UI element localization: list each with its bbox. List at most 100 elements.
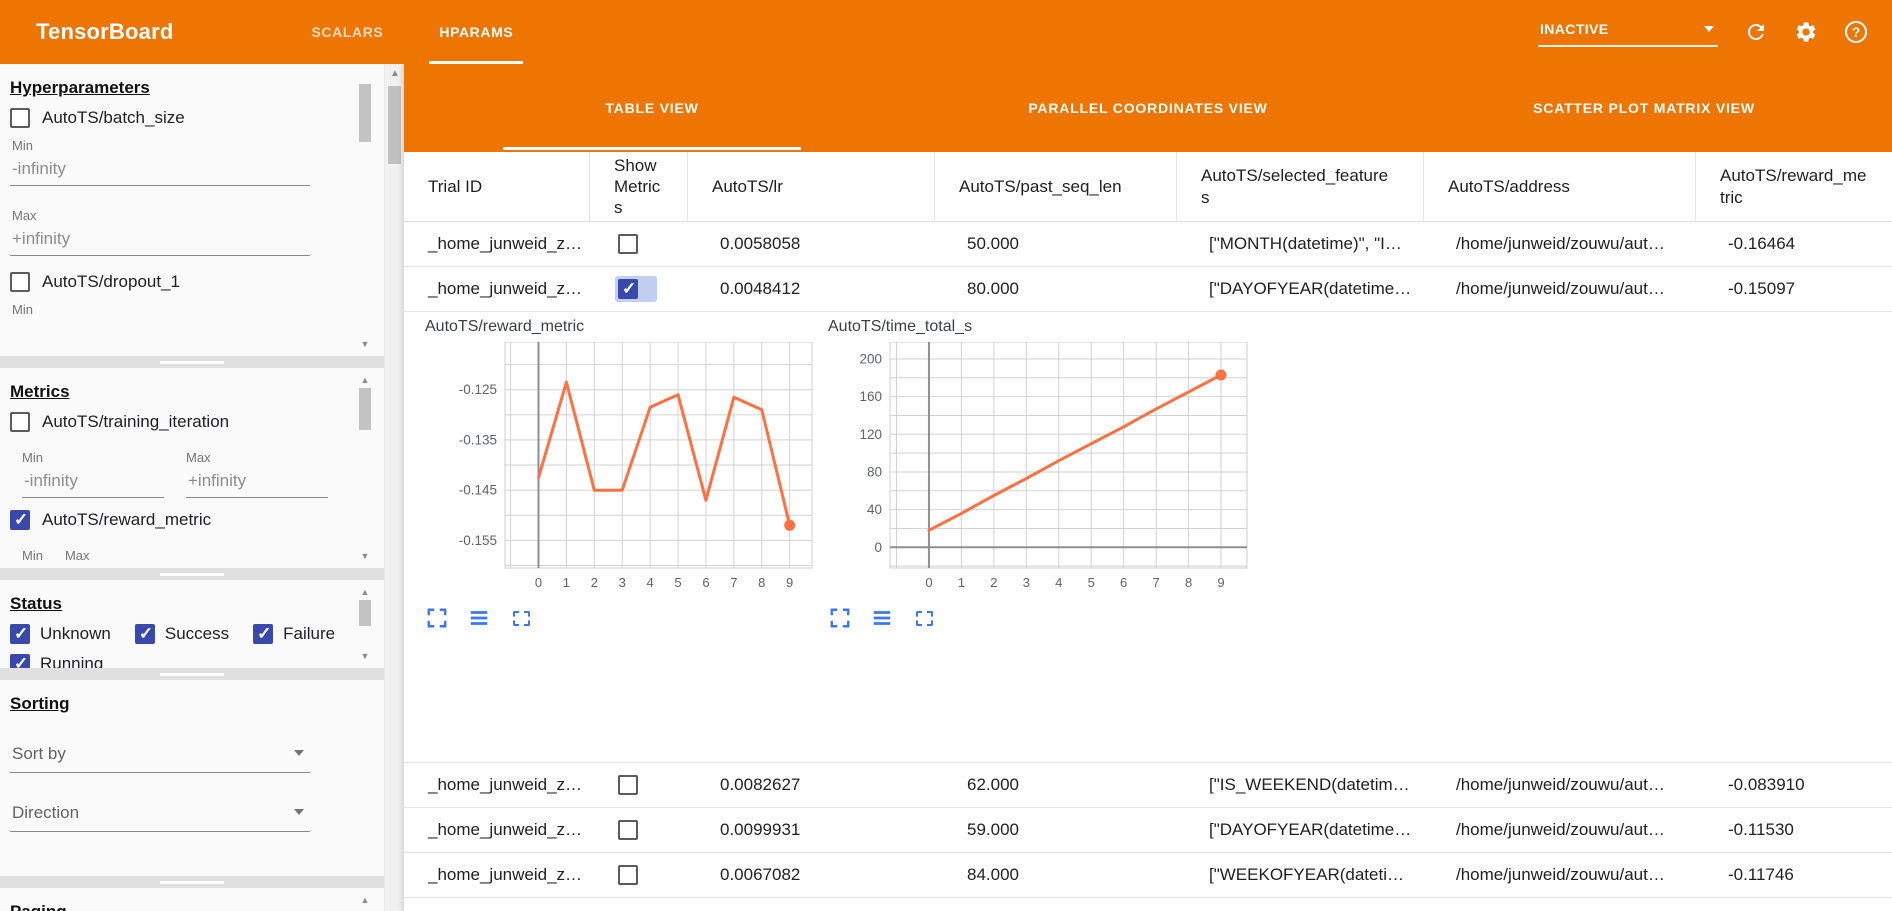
view-data-table-icon[interactable]: [467, 606, 491, 630]
cell-trial-id: _home_junweid_z…: [404, 808, 590, 852]
checkbox-batch-size[interactable]: [10, 108, 30, 128]
max-label: Max: [186, 450, 328, 465]
show-metrics-checkbox[interactable]: [618, 279, 638, 299]
training-iteration-max-input[interactable]: [186, 467, 328, 498]
chevron-down-icon: [294, 750, 304, 756]
max-label: Max: [65, 548, 90, 563]
scroll-down-icon[interactable]: ▼: [358, 650, 372, 662]
view-tabs: TABLE VIEW PARALLEL COORDINATES VIEW SCA…: [404, 64, 1892, 152]
svg-text:6: 6: [1120, 575, 1127, 590]
tab-hparams[interactable]: HPARAMS: [411, 0, 541, 64]
sort-by-select[interactable]: Sort by: [10, 740, 310, 773]
checkbox-status-unknown[interactable]: [10, 624, 30, 644]
refresh-icon[interactable]: [1744, 20, 1768, 44]
cell-reward-metric: -0.11746: [1696, 853, 1892, 897]
splitter-handle[interactable]: [160, 573, 224, 576]
hparams-sidebar: Hyperparameters AutoTS/batch_size Min Ma…: [0, 64, 384, 911]
status-option: Failure: [253, 624, 335, 644]
expand-chart-icon[interactable]: [828, 606, 852, 630]
scrollbar-thumb[interactable]: [359, 600, 371, 626]
show-metrics-checkbox[interactable]: [618, 820, 638, 840]
section-scrollbar[interactable]: ▲ ▼: [358, 374, 372, 562]
section-scrollbar[interactable]: ▼: [358, 70, 372, 350]
select-region-icon[interactable]: [912, 606, 936, 630]
scroll-down-icon[interactable]: ▼: [358, 338, 372, 350]
column-header-address[interactable]: AutoTS/address: [1424, 152, 1696, 221]
sidebar-splitter[interactable]: [0, 668, 384, 680]
direction-select[interactable]: Direction: [10, 799, 310, 832]
chevron-down-icon: [294, 809, 304, 815]
checkbox-status-running[interactable]: [10, 654, 30, 668]
checkbox-status-success[interactable]: [135, 624, 155, 644]
sidebar-splitter[interactable]: [0, 876, 384, 888]
column-header-trial-id[interactable]: Trial ID: [404, 152, 590, 221]
scrollbar-thumb[interactable]: [359, 84, 371, 142]
section-title-metrics: Metrics: [10, 382, 370, 402]
scrollbar-thumb[interactable]: [359, 388, 371, 430]
column-header-selected-features[interactable]: AutoTS/selected_features: [1177, 152, 1424, 221]
cell-selected-features: ["IS_WEEKEND(datetim…: [1177, 763, 1424, 807]
show-metrics-checkbox[interactable]: [618, 865, 638, 885]
svg-text:120: 120: [859, 427, 882, 442]
status-option: Unknown: [10, 624, 111, 644]
section-scrollbar[interactable]: ▲: [358, 894, 372, 905]
svg-text:1: 1: [563, 575, 570, 590]
checkbox-training-iteration[interactable]: [10, 412, 30, 432]
show-metrics-checkbox[interactable]: [618, 234, 638, 254]
splitter-handle[interactable]: [160, 361, 224, 364]
svg-text:?: ?: [1852, 24, 1861, 40]
cell-address: /home/junweid/zouwu/aut…: [1424, 853, 1696, 897]
batch-size-max-input[interactable]: [10, 225, 310, 256]
cell-address: /home/junweid/zouwu/aut…: [1424, 222, 1696, 266]
checkbox-label: Unknown: [40, 624, 111, 644]
svg-text:3: 3: [619, 575, 626, 590]
checkbox-reward-metric[interactable]: [10, 510, 30, 530]
main-scrollbar[interactable]: ▲: [384, 64, 404, 911]
tab-table-view[interactable]: TABLE VIEW: [404, 64, 900, 152]
gear-icon[interactable]: [1794, 20, 1818, 44]
scroll-up-icon[interactable]: ▲: [358, 894, 372, 906]
app-title: TensorBoard: [36, 19, 173, 45]
scroll-up-icon[interactable]: ▲: [385, 68, 405, 79]
column-header-past-seq-len[interactable]: AutoTS/past_seq_len: [935, 152, 1177, 221]
splitter-handle[interactable]: [160, 881, 224, 884]
cell-past-seq-len: 62.000: [935, 763, 1177, 807]
column-header-lr[interactable]: AutoTS/lr: [688, 152, 935, 221]
show-metrics-checkbox[interactable]: [618, 775, 638, 795]
svg-text:5: 5: [674, 575, 681, 590]
expand-chart-icon[interactable]: [425, 606, 449, 630]
scroll-up-icon[interactable]: ▲: [358, 374, 372, 386]
scrollbar-thumb[interactable]: [388, 86, 401, 164]
cell-selected-features: ["WEEKOFYEAR(dateti…: [1177, 853, 1424, 897]
cell-past-seq-len: 50.000: [935, 222, 1177, 266]
chevron-down-icon: [1704, 26, 1714, 32]
reward-metric-line-chart[interactable]: 0123456789-0.125-0.135-0.145-0.155: [425, 342, 818, 596]
select-region-icon[interactable]: [509, 606, 533, 630]
view-data-table-icon[interactable]: [870, 606, 894, 630]
sidebar-splitter[interactable]: [0, 356, 384, 368]
tab-scatter-plot-matrix-view[interactable]: SCATTER PLOT MATRIX VIEW: [1396, 64, 1892, 152]
min-label: Min: [22, 450, 164, 465]
checkbox-dropout-1[interactable]: [10, 272, 30, 292]
svg-text:4: 4: [1055, 575, 1062, 590]
cell-lr: 0.0058058: [688, 222, 935, 266]
svg-text:1: 1: [958, 575, 965, 590]
training-iteration-min-input[interactable]: [22, 467, 164, 498]
chart-title: AutoTS/reward_metric: [425, 318, 818, 336]
scroll-up-icon[interactable]: ▲: [358, 586, 372, 598]
sidebar-splitter[interactable]: [0, 568, 384, 580]
run-status-dropdown[interactable]: INACTIVE: [1538, 17, 1718, 47]
splitter-handle[interactable]: [160, 673, 224, 676]
help-icon[interactable]: ?: [1844, 20, 1868, 44]
column-header-reward-metric[interactable]: AutoTS/reward_metric: [1696, 152, 1892, 221]
section-scrollbar[interactable]: ▲ ▼: [358, 586, 372, 662]
time-total-line-chart[interactable]: 012345678920016012080400: [828, 342, 1253, 596]
tab-scalars[interactable]: SCALARS: [283, 0, 411, 64]
column-header-show-metrics[interactable]: Show Metrics: [590, 152, 688, 221]
cell-trial-id: _home_junweid_z…: [404, 267, 590, 311]
checkbox-status-failure[interactable]: [253, 624, 273, 644]
scroll-down-icon[interactable]: ▼: [358, 550, 372, 562]
min-label: Min: [22, 548, 43, 563]
batch-size-min-input[interactable]: [10, 155, 310, 186]
tab-parallel-coordinates-view[interactable]: PARALLEL COORDINATES VIEW: [900, 64, 1396, 152]
